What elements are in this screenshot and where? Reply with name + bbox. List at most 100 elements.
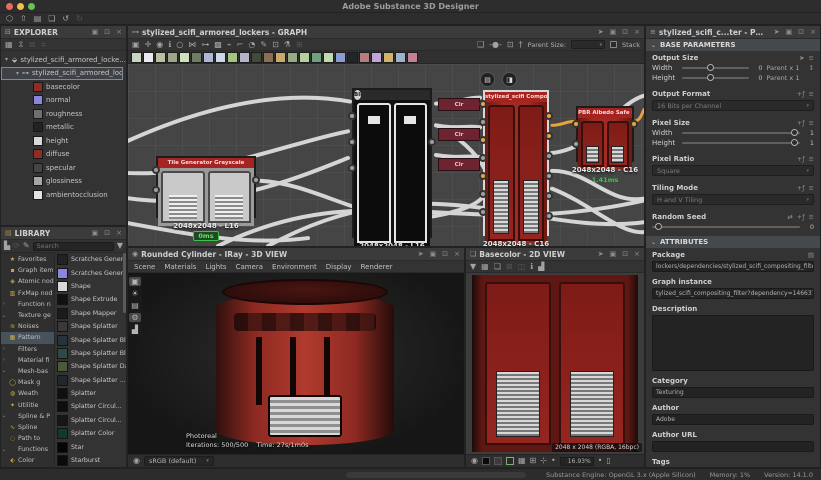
node-shelf-thumbnail[interactable] [215,52,226,63]
stack-checkbox[interactable] [610,41,617,48]
environment-icon[interactable]: ▤ [131,301,139,310]
library-category[interactable]: ▥ FxMap nod [1,288,54,299]
picker-icon[interactable]: ◉ [471,457,478,465]
connector-dot[interactable] [479,208,487,216]
maximize-icon[interactable]: ⊡ [622,29,628,36]
edit-icon[interactable]: ✎ [23,242,30,250]
library-item[interactable]: Splatter [55,387,126,400]
category-arrow-icon[interactable]: ⌄ [1,413,7,419]
connector-dot[interactable] [152,186,160,194]
connector-dot[interactable] [479,154,487,162]
timer-icon[interactable]: ◔ [248,41,255,49]
pixel-height-slider[interactable] [682,142,800,144]
node-shelf-thumbnail[interactable] [263,52,274,63]
maximize-icon[interactable]: ⊡ [442,251,448,258]
category-arrow-icon[interactable]: ⌄ [1,368,7,374]
zoom-icon[interactable]: ○ [176,41,183,49]
unlink-icon[interactable]: ⋈ [188,41,196,49]
library-item[interactable]: Shape Splatter Ble... [55,333,126,346]
library-category[interactable]: ◍ Weath [1,388,54,399]
camera-icon[interactable]: ▣ [129,277,141,286]
export-icon[interactable]: ⇫ [18,41,25,49]
chevron-down-icon[interactable]: ▾ [16,70,19,77]
refresh-icon[interactable]: ⟳ [13,242,20,250]
float-icon[interactable]: ▣ [610,29,617,36]
connector-dot[interactable] [348,112,356,120]
section-base-parameters[interactable]: ⌄ BASE PARAMETERS [646,39,820,51]
menu-icon[interactable]: ≡ [809,155,814,163]
menu-item[interactable]: Environment [272,263,317,271]
close-icon[interactable]: × [810,29,816,36]
library-item[interactable]: Splatter Color [55,427,126,440]
pen-icon[interactable]: ✎ [260,41,267,49]
node-shelf-thumbnail[interactable] [311,52,322,63]
light-icon[interactable]: ☀ [131,289,138,298]
library-category[interactable]: ◈ Atomic nod [1,276,54,287]
open-folder-icon[interactable]: ▤ [34,15,42,23]
connector-dot[interactable] [479,190,487,198]
copy-image-icon[interactable]: ❏ [494,263,501,271]
view-2d-button[interactable]: ▤ [480,72,495,87]
node-shelf-thumbnail[interactable] [299,52,310,63]
library-category[interactable]: ∿ Spline [1,422,54,433]
export-node-icon[interactable]: ⊡ [272,41,279,49]
node-tile-generator[interactable]: Tile Generator Grayscale 2048x2048 - L16… [156,156,256,218]
view-mode-icon[interactable]: ▙ [4,242,10,250]
close-icon[interactable]: × [116,29,122,36]
connector-dot[interactable] [545,152,553,160]
fit-icon[interactable]: ⊹ [540,457,547,465]
menu-item[interactable]: Scene [134,263,155,271]
pixel-ratio-dropdown[interactable]: Square ▾ [652,165,814,176]
connector-dot[interactable] [479,118,487,126]
pin-icon[interactable]: ➤ [598,29,604,36]
node-shelf-thumbnail[interactable] [335,52,346,63]
tree-item-output[interactable]: height [1,134,126,148]
cursor-icon[interactable]: ➤ [799,54,804,62]
float-icon[interactable]: ▣ [786,29,793,36]
author-input[interactable]: Adobe [652,414,814,425]
link-size-icon[interactable]: ↕ [809,64,814,72]
save-icon[interactable]: ▦ [5,41,13,49]
filter-icon[interactable]: ≑ [40,41,47,49]
menu-item[interactable]: Lights [205,263,226,271]
category-input[interactable]: Texturing [652,387,814,398]
random-seed-slider[interactable] [652,226,800,228]
histogram-icon[interactable]: ▟ [538,263,544,271]
wire-icon[interactable]: ⌁ [227,41,232,49]
library-category[interactable]: ⌄ Texture ge [1,310,54,321]
float-icon[interactable]: ▣ [610,251,617,258]
tree-item-output[interactable]: diffuse [1,148,126,162]
node-shelf-thumbnail[interactable] [323,52,334,63]
library-category[interactable]: › Function n [1,299,54,310]
category-arrow-icon[interactable]: › [1,301,7,307]
library-category[interactable]: › Filters [1,344,54,355]
output-height-value[interactable]: 0 [753,74,763,82]
input-node-clr[interactable]: Clr [438,128,480,141]
info-icon[interactable]: ℹ [168,41,171,49]
folder-icon[interactable]: ▤ [808,251,814,259]
float-icon[interactable]: ▣ [92,230,99,237]
colorspace-dropdown[interactable]: sRGB (default) ▾ [144,456,214,466]
connector-dot[interactable] [348,164,356,172]
section-attributes[interactable]: ⌄ ATTRIBUTES [646,236,820,248]
node-shelf-thumbnail[interactable] [359,52,370,63]
category-arrow-icon[interactable]: ⌄ [1,313,7,319]
description-textarea[interactable] [652,315,814,371]
library-item[interactable]: Scratches Generator [55,253,126,266]
library-category[interactable]: ✦ Utilitie [1,399,54,410]
connector-dot[interactable] [545,192,553,200]
category-arrow-icon[interactable]: › [1,357,7,363]
undo-icon[interactable]: ↺ [62,15,69,23]
random-seed-value[interactable]: 0 [804,223,814,231]
menu-item[interactable]: Materials [164,263,196,271]
connector-dot[interactable] [252,176,260,184]
new-graph-icon[interactable]: ⬡ [6,15,13,23]
connector-dot[interactable] [572,140,580,148]
library-category[interactable]: ≋ Noises [1,321,54,332]
node-shelf-thumbnail[interactable] [287,52,298,63]
library-scrollbar[interactable] [123,253,126,313]
view2d-viewport[interactable]: 2048 x 2048 (RGBA, 16bpc) [466,273,644,454]
library-category[interactable]: ▪ Graph item [1,265,54,276]
node-shelf-thumbnail[interactable] [239,52,250,63]
node-shelf-thumbnail[interactable] [251,52,262,63]
